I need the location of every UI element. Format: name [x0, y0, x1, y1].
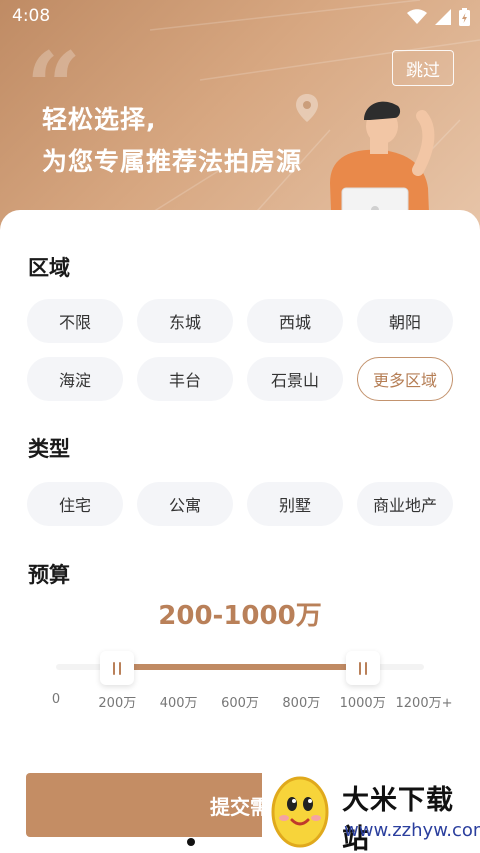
status-time: 4:08 — [12, 6, 51, 26]
budget-slider-fill — [117, 664, 363, 670]
grip-icon — [119, 661, 122, 675]
signal-icon — [435, 9, 451, 25]
budget-title: 预算 — [28, 563, 70, 587]
budget-tick-label: 400万 — [159, 696, 198, 711]
status-icons — [407, 8, 470, 26]
grip-icon — [113, 661, 116, 675]
region-chip-1[interactable]: 东城 — [137, 299, 233, 343]
watermark-name: 大米下载站 — [342, 785, 454, 853]
type-title: 类型 — [28, 437, 70, 461]
region-chip-4[interactable]: 海淀 — [27, 357, 123, 401]
budget-value: 200-1000万 — [158, 601, 322, 631]
grip-icon — [364, 661, 367, 675]
more-regions-button[interactable]: 更多区域 — [357, 357, 453, 401]
budget-tick-label: 200万 — [98, 696, 137, 711]
watermark: 大米下载站 www.zzhyw.com — [262, 762, 480, 853]
hero-banner: 4:08 “ 轻松选择, 为您专属推荐法拍房源 跳过 — [0, 0, 480, 245]
skip-button[interactable]: 跳过 — [392, 50, 454, 86]
budget-max-handle[interactable] — [345, 651, 380, 685]
region-chip-3[interactable]: 朝阳 — [357, 299, 453, 343]
region-title: 区域 — [28, 256, 70, 280]
region-chip-0[interactable]: 不限 — [27, 299, 123, 343]
budget-min-handle[interactable] — [100, 651, 135, 685]
region-chip-6[interactable]: 石景山 — [247, 357, 343, 401]
budget-tick-label: 800万 — [282, 696, 321, 711]
budget-tick-label: 0 — [51, 692, 61, 707]
wifi-icon — [407, 9, 427, 24]
watermark-url: www.zzhyw.com — [344, 820, 480, 841]
region-chip-5[interactable]: 丰台 — [137, 357, 233, 401]
budget-tick-label: 600万 — [221, 696, 259, 711]
battery-icon — [459, 8, 470, 26]
type-chip-0[interactable]: 住宅 — [27, 482, 123, 526]
region-chip-2[interactable]: 西城 — [247, 299, 343, 343]
type-chip-1[interactable]: 公寓 — [137, 482, 233, 526]
type-chip-3[interactable]: 商业地产 — [357, 482, 453, 526]
budget-tick-label: 1000万 — [339, 696, 386, 711]
nav-indicator — [187, 838, 195, 846]
status-bar: 4:08 — [0, 0, 480, 34]
budget-tick-label: 1200万+ — [395, 696, 453, 711]
grip-icon — [358, 661, 361, 675]
egg-mascot-icon — [271, 776, 329, 848]
hero-subtitle: 为您专属推荐法拍房源 — [42, 147, 303, 176]
hero-title: 轻松选择, — [42, 105, 157, 134]
type-chip-2[interactable]: 别墅 — [247, 482, 343, 526]
